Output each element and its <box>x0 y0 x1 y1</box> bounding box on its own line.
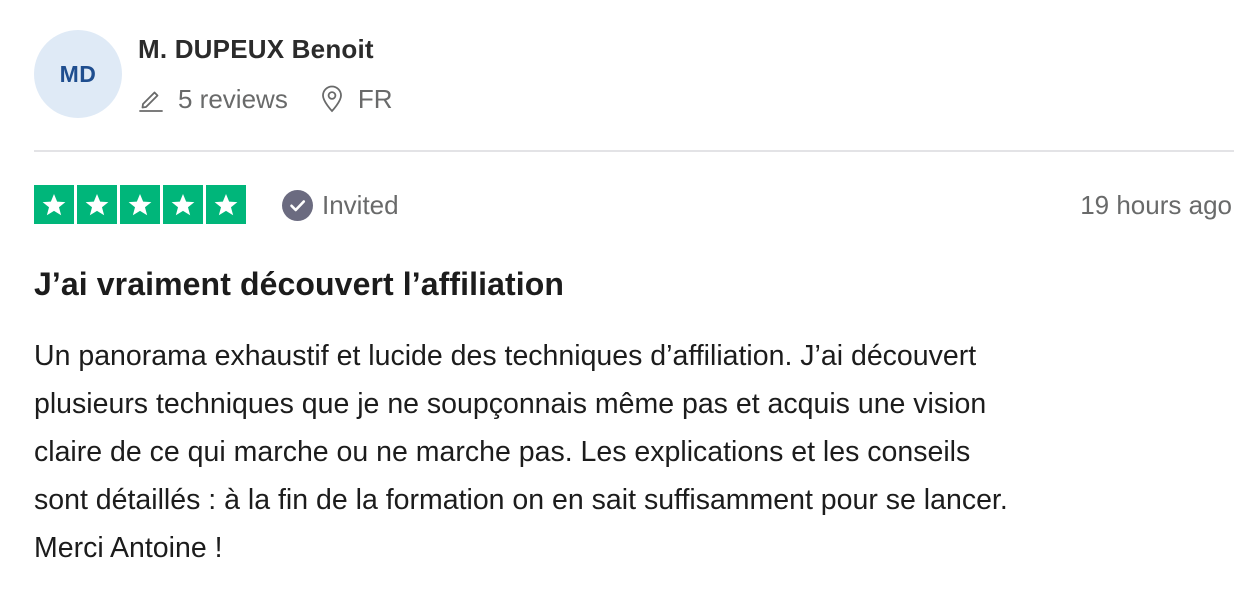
country-label: FR <box>357 83 393 114</box>
review-body-line: Merci Antoine ! <box>34 532 223 564</box>
review-body: Un panorama exhaustif et lucide des tech… <box>34 332 1234 572</box>
divider <box>34 150 1234 152</box>
review-body-line: plusieurs techniques que je ne soupçonna… <box>34 388 987 420</box>
reviews-count-label: 5 reviews <box>178 83 288 114</box>
review-body-line: Un panorama exhaustif et lucide des tech… <box>34 340 977 372</box>
review-card: MD M. DUPEUX Benoit 5 reviews FR Invited… <box>0 0 1256 598</box>
pencil-icon <box>139 91 163 112</box>
review-title[interactable]: J’ai vraiment découvert l’affiliation <box>34 266 564 303</box>
star-icon <box>163 185 203 224</box>
star-rating <box>34 185 246 224</box>
star-icon <box>77 185 117 224</box>
star-icon <box>34 185 74 224</box>
star-icon <box>206 185 246 224</box>
invited-badge[interactable]: Invited <box>282 187 399 223</box>
reviewer-meta: 5 reviews FR <box>138 82 393 116</box>
review-body-line: claire de ce qui marche ou ne marche pas… <box>34 436 971 468</box>
avatar-initials: MD <box>59 60 97 87</box>
reviews-count: 5 reviews <box>138 84 288 115</box>
review-body-line: sont détaillés : à la fin de la formatio… <box>34 484 1008 516</box>
check-circle-icon <box>282 189 313 221</box>
avatar[interactable]: MD <box>34 30 122 118</box>
star-icon <box>120 185 160 224</box>
reviewer-location: FR <box>320 84 393 115</box>
invited-label: Invited <box>322 189 399 220</box>
review-date: 19 hours ago <box>1080 190 1232 220</box>
location-pin-icon <box>321 85 342 113</box>
reviewer-name[interactable]: M. DUPEUX Benoit <box>138 34 374 65</box>
